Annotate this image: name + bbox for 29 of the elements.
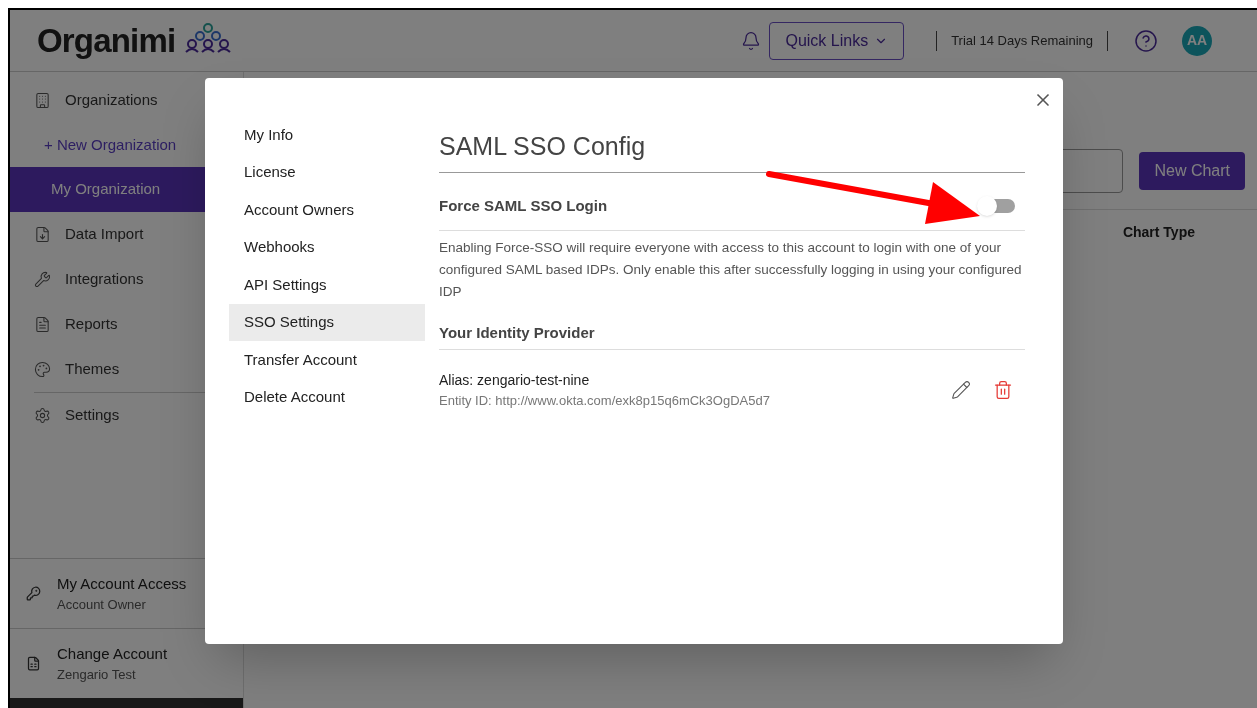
document-icon — [26, 656, 41, 671]
wrench-icon — [34, 271, 51, 288]
palette-icon — [34, 361, 51, 378]
settings-menu-item[interactable]: SSO Settings — [229, 303, 425, 341]
force-sso-description: Enabling Force-SSO will require everyone with access to this account to login with one of your configured SAML based IDPs. Only enable this after successfully logging in using your configured IDP — [439, 238, 1023, 301]
provider-entity-id: Entity ID: http://www.okta.com/exk8p15q6mCk3OgDA5d7 — [439, 391, 771, 410]
force-sso-label: Force SAML SSO Login — [439, 195, 608, 216]
account-subtitle: Zengario Test — [57, 666, 137, 684]
trash-icon[interactable] — [993, 379, 1013, 400]
section-heading: Your Identity Provider — [439, 323, 595, 341]
file-download-icon — [34, 226, 51, 243]
account-title: My Account Access — [57, 573, 187, 594]
quick-links-button[interactable]: Quick Links — [769, 21, 905, 60]
provider-alias: Alias: zengario-test-nine — [439, 370, 591, 390]
dialog-title: SAML SSO Config — [439, 132, 646, 160]
document-icon — [34, 316, 51, 333]
bell-icon[interactable] — [741, 30, 762, 51]
gear-icon — [34, 407, 51, 424]
trial-text: Trial 14 Days Remaining — [951, 31, 1093, 50]
account-title: Change Account — [57, 643, 168, 664]
force-sso-toggle[interactable] — [979, 199, 1015, 213]
building-icon — [34, 92, 51, 109]
help-icon[interactable] — [1134, 28, 1158, 53]
column-header: Chart Type — [1122, 223, 1195, 242]
new-chart-button[interactable]: New Chart — [1139, 152, 1245, 190]
edit-icon[interactable] — [951, 379, 971, 400]
account-subtitle: Account Owner — [57, 596, 147, 614]
key-icon — [26, 586, 41, 601]
logo-text: Organimi — [37, 20, 176, 61]
